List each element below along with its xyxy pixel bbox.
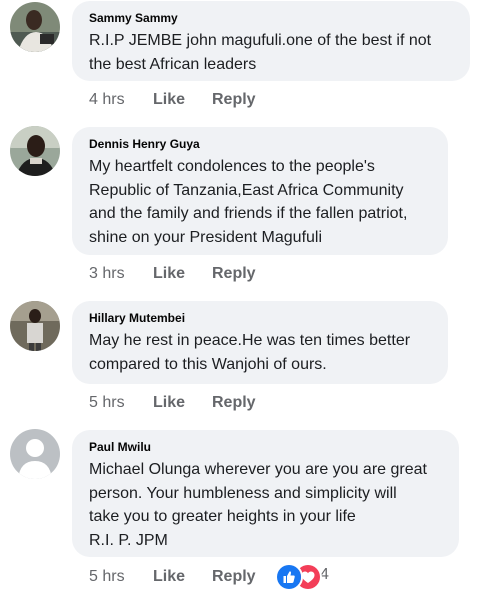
reply-button[interactable]: Reply bbox=[212, 391, 256, 415]
comment-text: R.I.P JEMBE john magufuli.one of the bes… bbox=[89, 32, 432, 73]
avatar[interactable] bbox=[10, 2, 60, 52]
comment-text: May he rest in peace.He was ten times be… bbox=[89, 332, 411, 373]
comment-timestamp[interactable]: 4 hrs bbox=[89, 88, 125, 112]
comment-timestamp[interactable]: 5 hrs bbox=[89, 391, 125, 415]
default-avatar-icon bbox=[10, 429, 60, 479]
comment-timestamp[interactable]: 5 hrs bbox=[89, 565, 125, 589]
like-button[interactable]: Like bbox=[153, 565, 185, 589]
user-photo-icon bbox=[10, 301, 60, 351]
avatar[interactable] bbox=[10, 301, 60, 351]
comment-bubble: Paul Mwilu Michael Olunga wherever you a… bbox=[72, 430, 459, 557]
like-button[interactable]: Like bbox=[153, 262, 185, 286]
comment-bubble: Hillary Mutembei May he rest in peace.He… bbox=[72, 301, 448, 384]
like-button[interactable]: Like bbox=[153, 391, 185, 415]
comment-author[interactable]: Hillary Mutembei bbox=[89, 311, 432, 325]
comment-bubble: Sammy Sammy R.I.P JEMBE john magufuli.on… bbox=[72, 1, 470, 81]
comment-bubble: Dennis Henry Guya My heartfelt condolenc… bbox=[72, 127, 448, 255]
comment-author[interactable]: Dennis Henry Guya bbox=[89, 137, 432, 151]
reaction-summary[interactable]: 4 bbox=[275, 563, 345, 591]
comment-author[interactable]: Paul Mwilu bbox=[89, 440, 443, 454]
comment-timestamp[interactable]: 3 hrs bbox=[89, 262, 125, 286]
reply-button[interactable]: Reply bbox=[212, 262, 256, 286]
reply-button[interactable]: Reply bbox=[212, 88, 256, 112]
comment-text: Michael Olunga wherever you are you are … bbox=[89, 461, 427, 549]
user-photo-icon bbox=[10, 2, 60, 52]
like-reaction-icon bbox=[275, 563, 303, 591]
comment-text: My heartfelt condolences to the people's… bbox=[89, 158, 408, 246]
user-photo-icon bbox=[10, 126, 60, 176]
comment-author[interactable]: Sammy Sammy bbox=[89, 11, 454, 25]
reply-button[interactable]: Reply bbox=[212, 565, 256, 589]
like-button[interactable]: Like bbox=[153, 88, 185, 112]
avatar[interactable] bbox=[10, 429, 60, 479]
avatar[interactable] bbox=[10, 126, 60, 176]
